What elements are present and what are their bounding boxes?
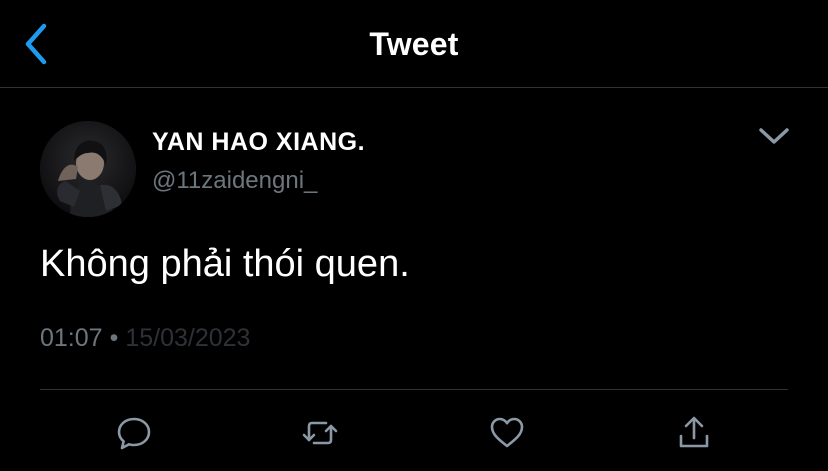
retweet-icon xyxy=(302,421,338,445)
retweet-button[interactable] xyxy=(301,414,339,452)
tweet-timestamp: 01:07 • 15/03/2023 xyxy=(40,324,250,353)
chevron-down-icon xyxy=(759,128,789,144)
page-title: Tweet xyxy=(369,26,459,62)
display-name[interactable]: YAN HAO XIANG. xyxy=(152,128,365,157)
meta-separator: • xyxy=(109,324,119,352)
share-button[interactable] xyxy=(675,414,713,452)
reply-button[interactable] xyxy=(115,414,153,452)
share-icon xyxy=(679,416,709,448)
nav-bar: Tweet xyxy=(0,0,828,88)
username-handle[interactable]: @11zaidengni_ xyxy=(152,167,317,195)
reply-icon xyxy=(117,417,151,450)
more-options-button[interactable] xyxy=(756,124,792,148)
like-button[interactable] xyxy=(488,414,526,452)
tweet-time: 01:07 xyxy=(40,324,103,352)
profile-photo xyxy=(40,121,136,217)
avatar[interactable] xyxy=(40,121,136,217)
tweet-date: 15/03/2023 xyxy=(125,324,251,352)
tweet-text: Không phải thói quen. xyxy=(40,243,410,285)
divider xyxy=(40,389,788,390)
like-icon xyxy=(490,417,524,448)
